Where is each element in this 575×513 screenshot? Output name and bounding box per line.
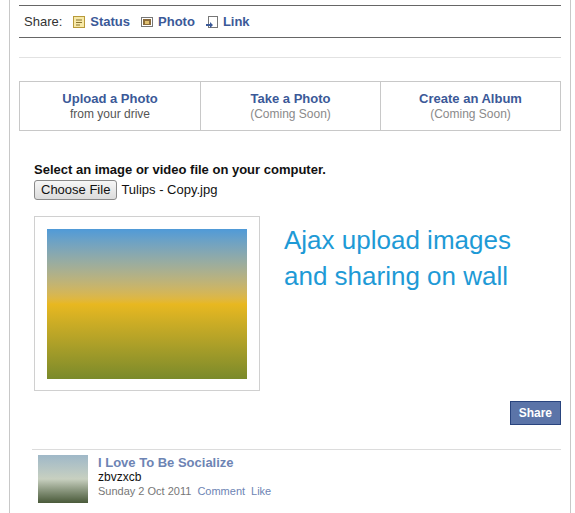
post-text: zbvzxcb bbox=[98, 470, 271, 484]
avatar[interactable] bbox=[38, 455, 88, 503]
upload-tab[interactable]: Take a Photo(Coming Soon) bbox=[200, 82, 380, 130]
choose-file-button[interactable]: Choose File bbox=[34, 180, 117, 200]
upload-prompt: Select an image or video file on your co… bbox=[34, 162, 561, 177]
share-option-label[interactable]: Status bbox=[90, 12, 130, 32]
share-option-label[interactable]: Photo bbox=[158, 12, 195, 32]
tab-subtitle[interactable]: (Coming Soon) bbox=[430, 107, 511, 122]
link-icon bbox=[205, 15, 219, 29]
file-name: Tulips - Copy.jpg bbox=[121, 180, 217, 200]
preview-row: Ajax upload images and sharing on wall bbox=[34, 216, 561, 391]
post-author[interactable]: I Love To Be Socialize bbox=[98, 455, 271, 470]
tab-subtitle[interactable]: from your drive bbox=[70, 107, 150, 122]
tab-title[interactable]: Create an Album bbox=[419, 91, 522, 107]
post-action[interactable]: Comment bbox=[197, 484, 245, 499]
caption: Ajax upload images and sharing on wall bbox=[284, 222, 534, 294]
share-option[interactable]: Photo bbox=[140, 12, 195, 32]
photo-icon bbox=[140, 15, 154, 29]
preview-photo bbox=[47, 229, 247, 379]
upload-tab[interactable]: Create an Album(Coming Soon) bbox=[380, 82, 560, 130]
upload-tabs: Upload a Photofrom your driveTake a Phot… bbox=[19, 81, 561, 131]
post-body: I Love To Be SocializezbvzxcbSunday 2 Oc… bbox=[98, 455, 271, 499]
tab-subtitle[interactable]: (Coming Soon) bbox=[250, 107, 331, 122]
share-option[interactable]: Status bbox=[72, 12, 130, 32]
share-option-label[interactable]: Link bbox=[223, 12, 250, 32]
wall-post: I Love To Be SocializezbvzxcbSunday 2 Oc… bbox=[38, 455, 561, 503]
tab-title[interactable]: Upload a Photo bbox=[62, 91, 157, 107]
file-input[interactable]: Choose FileTulips - Copy.jpg bbox=[34, 180, 561, 200]
post-action[interactable]: Like bbox=[251, 484, 271, 499]
post-meta: Sunday 2 Oct 2011 Comment Like bbox=[98, 484, 271, 499]
share-button[interactable]: Share bbox=[510, 401, 561, 425]
share-bar: Share: Status Photo Link bbox=[19, 5, 561, 38]
share-option[interactable]: Link bbox=[205, 12, 250, 32]
share-label: Share: bbox=[24, 12, 62, 32]
preview-frame bbox=[34, 216, 260, 391]
tab-title[interactable]: Take a Photo bbox=[251, 91, 331, 107]
post-date: Sunday 2 Oct 2011 bbox=[98, 484, 191, 499]
status-icon bbox=[72, 15, 86, 29]
upload-tab[interactable]: Upload a Photofrom your drive bbox=[20, 82, 200, 130]
